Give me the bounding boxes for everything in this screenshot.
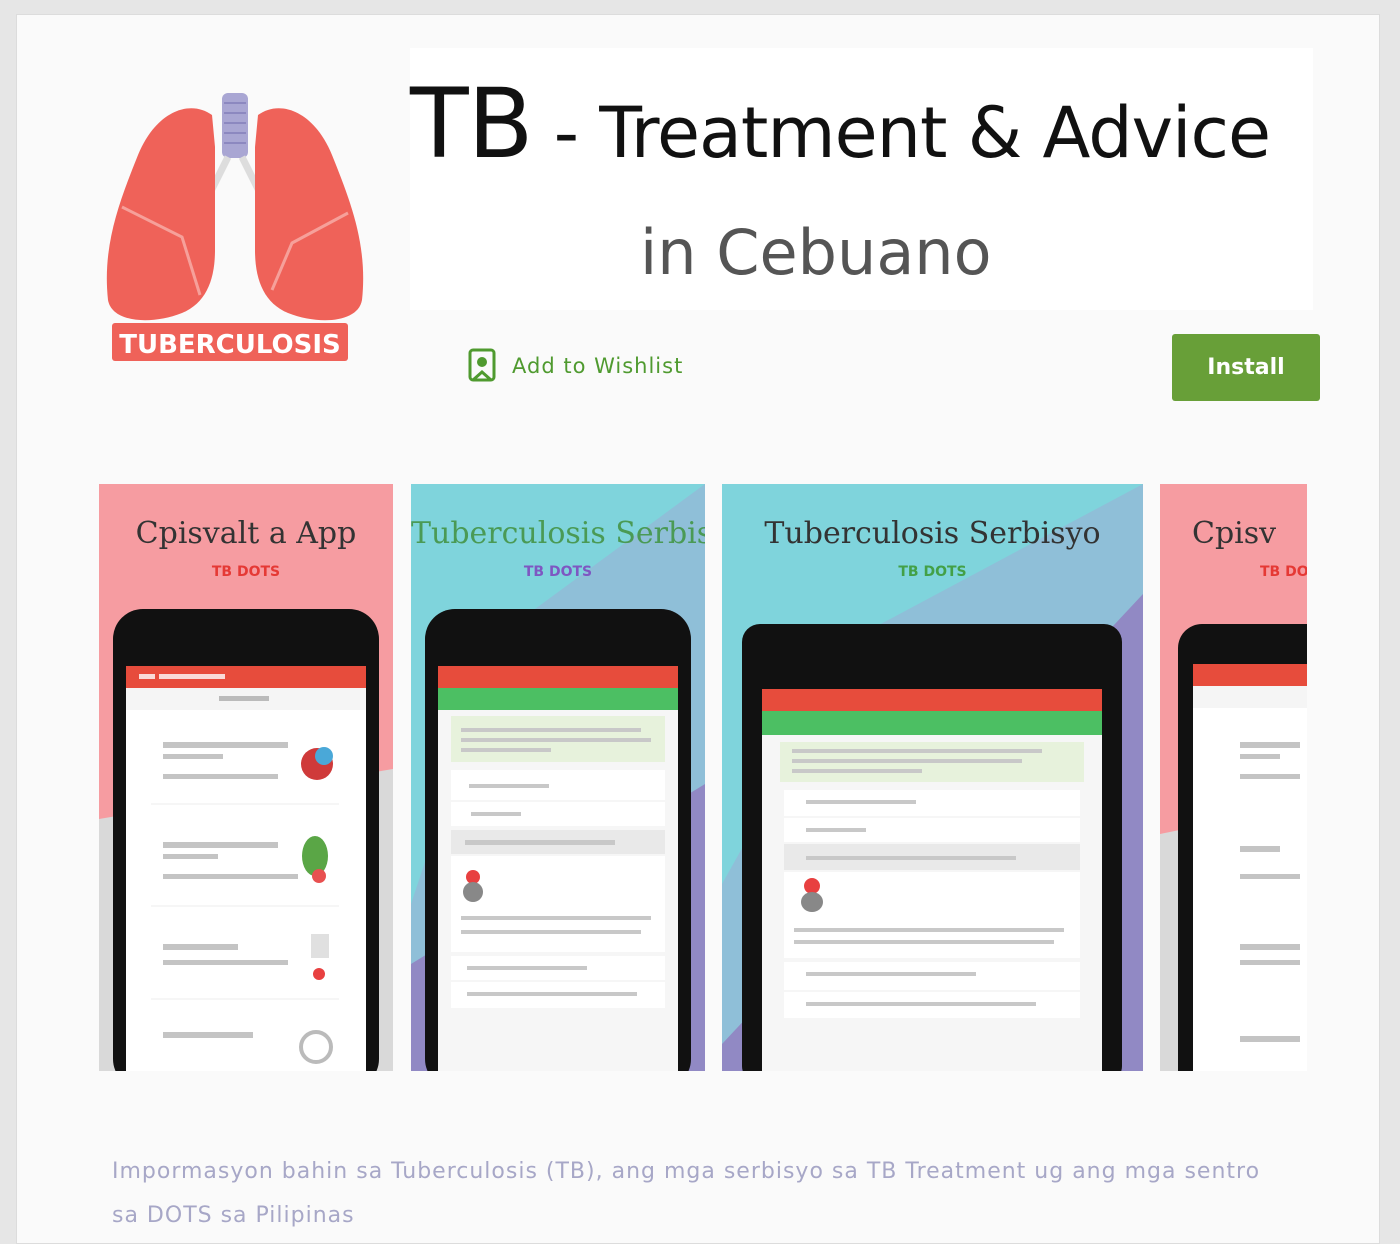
logo-text: TUBERCULOSIS	[119, 330, 341, 360]
title-block: TB - Treatment & Advice in Cebuano	[410, 48, 1313, 310]
screenshot-1-title: Cpisvalt a App	[135, 516, 357, 551]
screenshot-1[interactable]: Cpisvalt a App TB DOTS	[99, 484, 393, 1071]
app-title-tb: TB	[410, 68, 533, 180]
install-button[interactable]: Install	[1172, 334, 1320, 401]
bookmark-icon	[468, 348, 496, 382]
wishlist-label: Add to Wishlist	[512, 354, 684, 378]
app-logo: TUBERCULOSIS	[106, 93, 364, 361]
screenshot-2-sub: TB DOTS	[523, 564, 593, 580]
screenshot-3[interactable]: Tuberculosis Serbisyo TB DOTS	[722, 484, 1143, 1071]
app-title-rest: - Treatment & Advice	[532, 92, 1271, 174]
app-subtitle: in Cebuano	[640, 216, 992, 289]
app-description: Impormasyon bahin sa Tuberculosis (TB), …	[112, 1159, 1261, 1228]
screenshot-2[interactable]: Tuberculosis Serbisyo TB DOTS	[411, 484, 705, 1071]
add-to-wishlist-button[interactable]: Add to Wishlist	[468, 348, 683, 384]
screenshot-2-title: Tuberculosis Serbisyo	[411, 516, 705, 551]
screenshot-4-sub: TB DO	[1260, 564, 1307, 580]
screenshot-1-sub: TB DOTS	[211, 564, 281, 580]
app-title: TB - Treatment & Advice	[410, 68, 1271, 180]
screenshot-4[interactable]: Cpisv TB DO	[1160, 484, 1307, 1071]
screenshot-3-title: Tuberculosis Serbisyo	[764, 516, 1101, 551]
screenshot-3-sub: TB DOTS	[898, 564, 967, 580]
screenshot-4-title: Cpisv	[1192, 516, 1277, 551]
